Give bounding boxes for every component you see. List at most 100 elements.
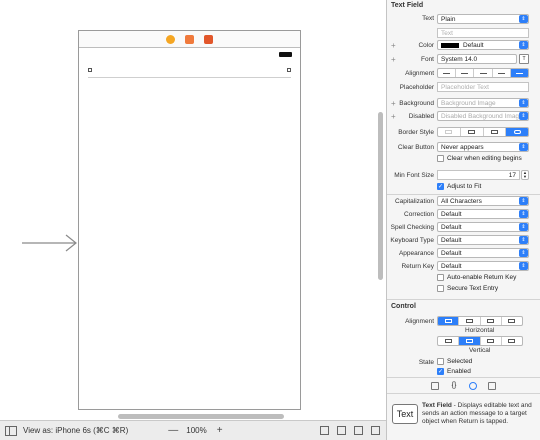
chevron-updown-icon: ⇕ — [519, 197, 528, 205]
view-as-button[interactable]: View as: iPhone 6s (⌘C ⌘R) — [23, 426, 128, 435]
align-justify-icon[interactable] — [493, 69, 511, 77]
code-snippet-icon[interactable]: {} — [450, 382, 458, 390]
media-library-icon[interactable] — [488, 381, 496, 390]
chevron-updown-icon: ⇕ — [519, 99, 528, 107]
document-outline-toggle-icon[interactable] — [5, 425, 17, 436]
file-template-icon[interactable] — [431, 381, 439, 390]
h-align-right-icon[interactable] — [481, 317, 502, 325]
correction-popup[interactable]: Default ⇕ — [437, 209, 529, 219]
v-align-fill-icon[interactable] — [502, 337, 522, 345]
horizontal-caption: Horizontal — [465, 327, 495, 334]
clear-button-popup[interactable]: Never appears ⇕ — [437, 142, 529, 152]
keyboard-type-popup[interactable]: Default ⇕ — [437, 235, 529, 245]
disabled-value: Disabled Background Image — [441, 113, 523, 120]
capitalization-label: Capitalization — [394, 198, 434, 205]
h-align-center-icon[interactable] — [459, 317, 481, 325]
text-label: Text — [422, 15, 434, 22]
correction-value: Default — [441, 211, 462, 218]
scene-dock — [79, 31, 300, 48]
secure-text-entry-label: Secure Text Entry — [447, 285, 499, 292]
secure-text-entry-checkbox[interactable]: Secure Text Entry — [437, 285, 498, 292]
spell-checking-value: Default — [441, 224, 462, 231]
spell-checking-popup[interactable]: Default ⇕ — [437, 222, 529, 232]
border-style-control[interactable] — [437, 127, 529, 137]
chevron-updown-icon: ⇕ — [519, 262, 528, 270]
text-type-popup[interactable]: Plain ⇕ — [437, 14, 529, 24]
font-value: System 14.0 — [441, 56, 478, 63]
clear-when-editing-checkbox[interactable]: Clear when editing begins — [437, 155, 522, 162]
selected-label: Selected — [447, 358, 473, 365]
appearance-popup[interactable]: Default ⇕ — [437, 248, 529, 258]
text-field-resize-handle-left[interactable] — [88, 68, 92, 72]
align-left-icon[interactable] — [438, 69, 457, 77]
text-field-library-item[interactable]: Text — [392, 404, 418, 424]
pin-icon[interactable] — [354, 426, 363, 435]
align-right-icon[interactable] — [474, 69, 493, 77]
vertical-scrollbar[interactable] — [378, 112, 383, 280]
placeholder-input[interactable]: Placeholder Text — [437, 82, 529, 92]
h-align-fill-icon[interactable] — [502, 317, 522, 325]
clear-when-editing-label: Clear when editing begins — [447, 155, 522, 162]
chevron-updown-icon: ⇕ — [519, 236, 528, 244]
zoom-out-button[interactable]: — — [168, 425, 178, 436]
add-variation-icon[interactable]: + — [391, 112, 396, 121]
min-font-size-input[interactable]: 17 — [437, 170, 520, 180]
enabled-label: Enabled — [447, 368, 471, 375]
auto-enable-return-label: Auto-enable Return Key — [447, 274, 517, 281]
zoom-in-button[interactable]: + — [215, 425, 225, 436]
selected-checkbox[interactable]: Selected — [437, 358, 472, 365]
view-controller-scene[interactable] — [78, 30, 301, 410]
attributes-inspector: Text Field Text Plain ⇕ Text + Color Defa… — [386, 0, 540, 440]
border-style-label: Border Style — [398, 129, 434, 136]
align-center-icon[interactable] — [456, 69, 475, 77]
view-as-label: View as: — [23, 426, 54, 435]
checkbox-icon — [437, 274, 444, 281]
color-swatch — [441, 42, 459, 48]
battery-icon — [279, 52, 292, 57]
vertical-alignment-control[interactable] — [437, 336, 523, 346]
min-font-size-stepper[interactable]: ▲ ▼ — [521, 170, 529, 180]
align-icon[interactable] — [337, 426, 346, 435]
control-alignment-label: Alignment — [405, 318, 434, 325]
stack-icon[interactable] — [320, 426, 329, 435]
border-bezel-icon[interactable] — [484, 128, 507, 136]
font-picker-icon[interactable]: T — [519, 54, 529, 64]
enabled-checkbox[interactable]: ✓ Enabled — [437, 368, 471, 375]
resolve-issues-icon[interactable] — [371, 426, 380, 435]
checkbox-icon — [437, 285, 444, 292]
align-natural-icon[interactable] — [510, 69, 528, 77]
return-key-popup[interactable]: Default ⇕ — [437, 261, 529, 271]
color-popup[interactable]: Default ⇕ — [437, 40, 529, 50]
h-align-left-icon[interactable] — [438, 317, 460, 325]
auto-enable-return-checkbox[interactable]: Auto-enable Return Key — [437, 274, 516, 281]
adjust-to-fit-checkbox[interactable]: ✓ Adjust to Fit — [437, 183, 481, 190]
object-library-icon[interactable] — [469, 381, 477, 390]
first-responder-icon[interactable] — [185, 34, 194, 44]
v-align-top-icon[interactable] — [438, 337, 460, 345]
add-variation-icon[interactable]: + — [391, 99, 396, 108]
add-variation-icon[interactable]: + — [391, 41, 396, 50]
border-none-icon[interactable] — [438, 128, 461, 136]
checkbox-icon — [437, 155, 444, 162]
min-font-size-label: Min Font Size — [394, 172, 434, 179]
background-image-popup[interactable]: Background Image ⇕ — [437, 98, 529, 108]
border-line-icon[interactable] — [461, 128, 484, 136]
border-rounded-icon[interactable] — [506, 128, 528, 136]
add-variation-icon[interactable]: + — [391, 55, 396, 64]
disabled-image-popup[interactable]: Disabled Background Image ⇕ — [437, 111, 529, 121]
font-field[interactable]: System 14.0 — [437, 54, 517, 64]
text-input[interactable]: Text — [437, 28, 529, 38]
horizontal-alignment-control[interactable] — [437, 316, 523, 326]
v-align-center-icon[interactable] — [459, 337, 481, 345]
storyboard-canvas[interactable] — [0, 0, 386, 420]
capitalization-popup[interactable]: All Characters ⇕ — [437, 196, 529, 206]
text-field[interactable] — [88, 77, 291, 78]
horizontal-scrollbar[interactable] — [118, 414, 284, 419]
font-label: Font — [420, 56, 434, 63]
text-field-resize-handle-right[interactable] — [287, 68, 291, 72]
view-controller-icon[interactable] — [166, 34, 175, 44]
text-alignment-control[interactable] — [437, 68, 529, 78]
v-align-bottom-icon[interactable] — [481, 337, 502, 345]
state-label: State — [418, 359, 434, 366]
exit-icon[interactable] — [204, 34, 213, 44]
